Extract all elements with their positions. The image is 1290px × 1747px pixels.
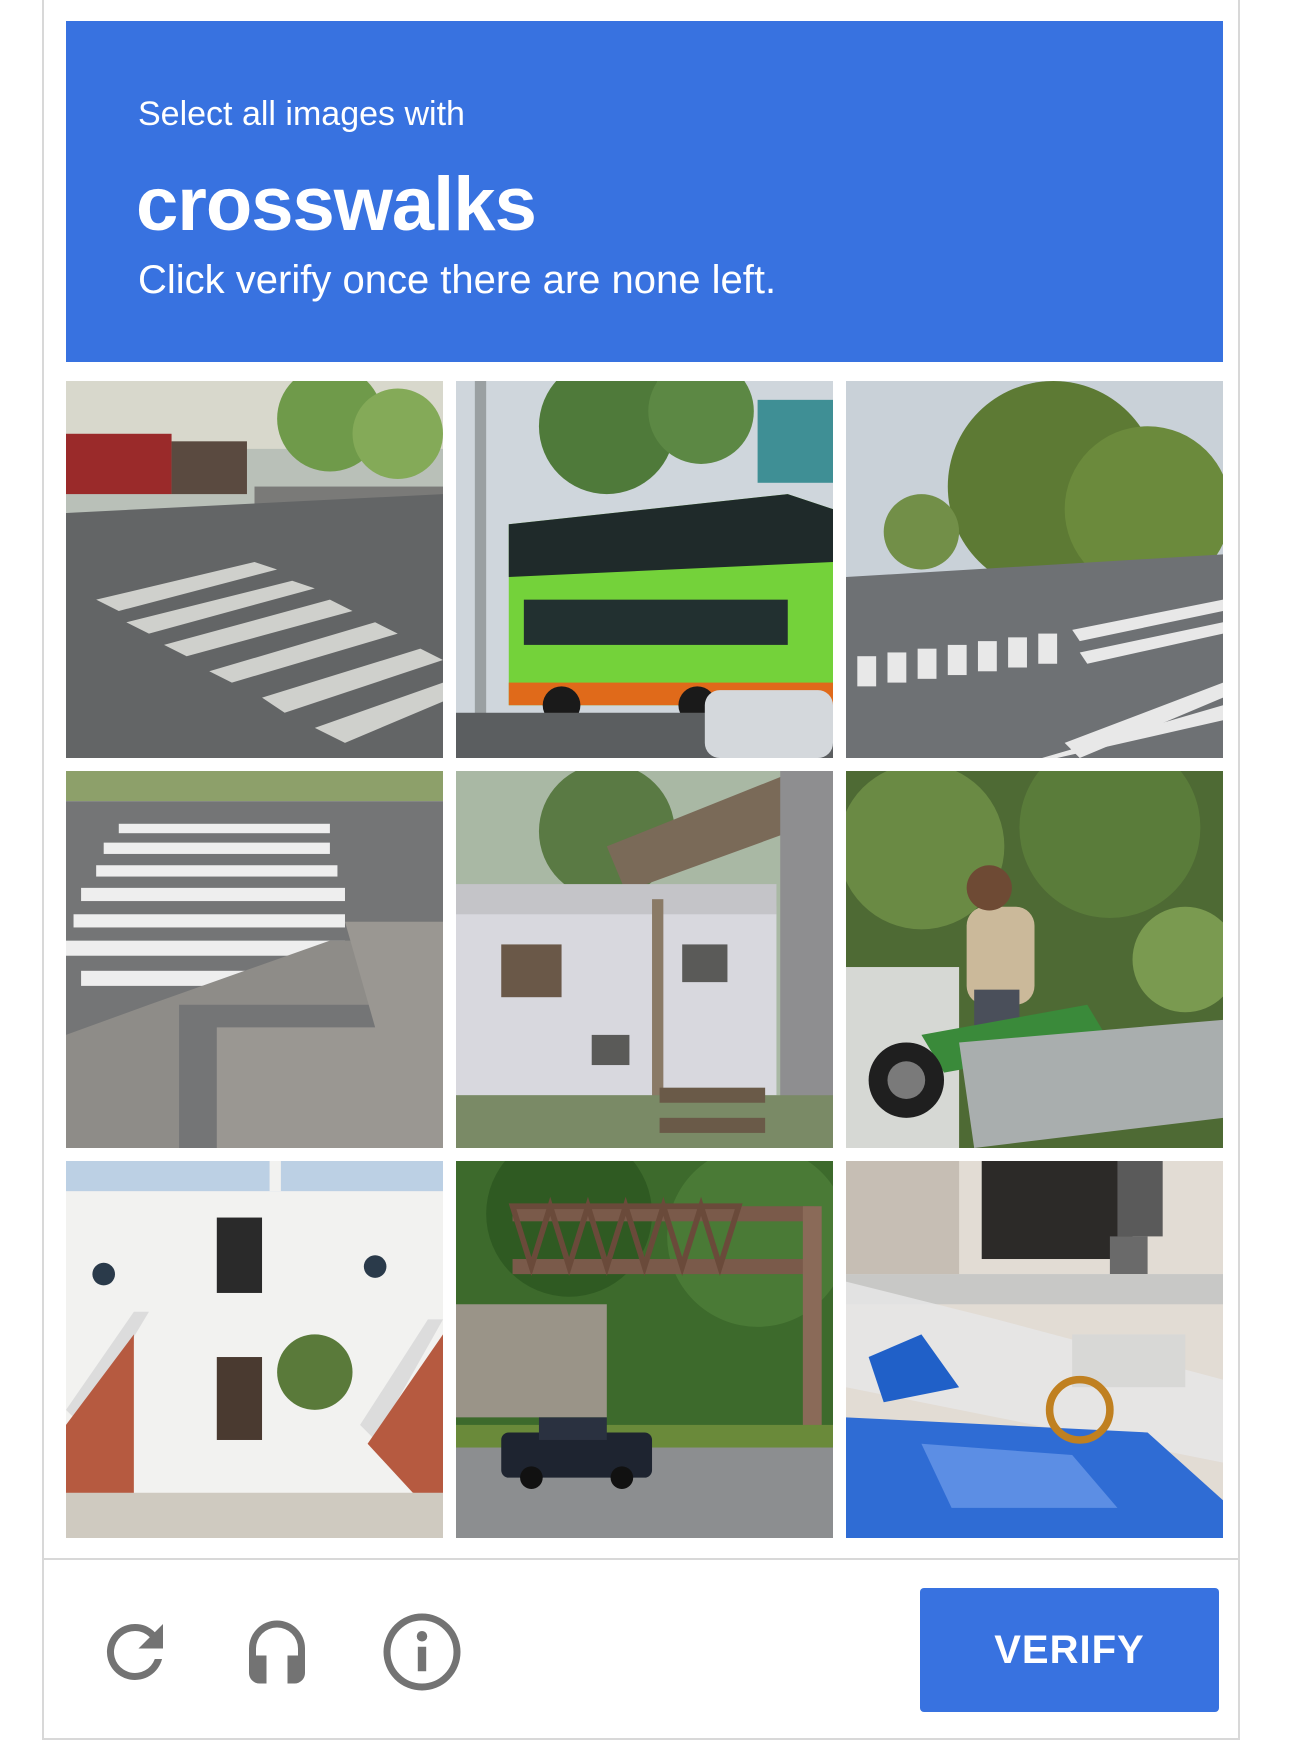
verify-button[interactable]: VERIFY — [920, 1588, 1219, 1712]
image-tile-8[interactable] — [456, 1161, 833, 1538]
challenge-header: Select all images with crosswalks Click … — [66, 21, 1223, 362]
image-tile-4[interactable] — [66, 771, 443, 1148]
reload-icon[interactable] — [93, 1610, 177, 1694]
image-tile-1[interactable] — [66, 381, 443, 758]
image-tile-9[interactable] — [846, 1161, 1223, 1538]
prompt-text: Select all images with — [138, 95, 465, 133]
instruction-text: Click verify once there are none left. — [138, 258, 777, 302]
image-tile-2[interactable] — [456, 381, 833, 758]
image-tile-6[interactable] — [846, 771, 1223, 1148]
headphones-icon[interactable] — [235, 1610, 319, 1694]
image-tile-5[interactable] — [456, 771, 833, 1148]
footer-divider — [44, 1558, 1238, 1560]
image-tile-7[interactable] — [66, 1161, 443, 1538]
image-grid — [66, 381, 1223, 1538]
info-icon[interactable] — [380, 1610, 464, 1694]
image-tile-3[interactable] — [846, 381, 1223, 758]
target-object: crosswalks — [136, 162, 537, 247]
